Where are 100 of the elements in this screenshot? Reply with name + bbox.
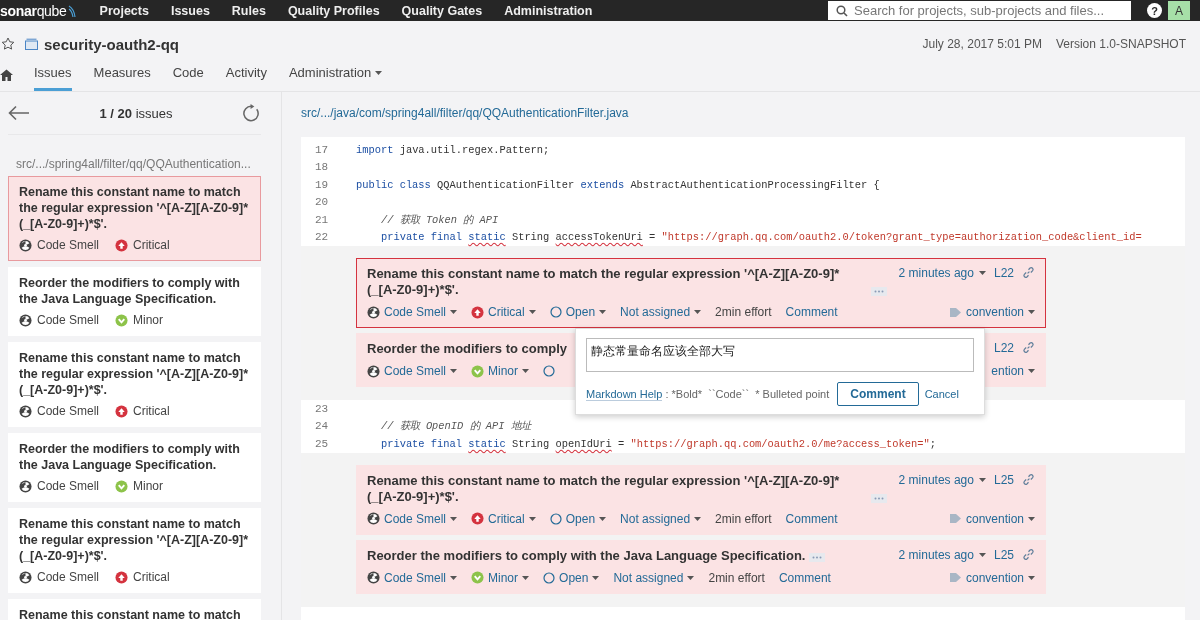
line-number-link[interactable]: L25 [993,547,1014,562]
line-number: 25 [314,437,330,450]
sonarqube-logo[interactable]: sonarqube [0,2,77,19]
issue-type-dropdown[interactable]: Code Smell [367,364,458,378]
markdown-help-link[interactable]: Markdown Help [586,387,663,401]
line-number: 18 [314,161,330,174]
issue-card[interactable]: Rename this constant name to match the regular expression '^[A-Z][A-Z0-9]*(_[A-Z0-9]+)*$'. Code Smell Critical [8,342,261,427]
tag-dropdown[interactable]: ention [991,364,1035,378]
nav-tab[interactable]: Issues [34,65,72,91]
issue-card[interactable]: Rename this constant name to match the regular expression '^[A-Z][A-Z0-9]*(_[A-Z0-9]+)*$'. Code Smell Critical [8,176,261,261]
caret-icon [978,271,986,275]
radiation-icon [367,364,380,378]
refresh-icon[interactable] [242,103,261,123]
status-dropdown[interactable]: Open [549,511,607,526]
comment-link[interactable]: Comment [778,570,831,585]
severity-dropdown[interactable]: Minor [471,570,530,585]
tag-dropdown[interactable]: convention [948,305,1035,319]
issue-age-link[interactable]: 2 minutes ago [898,547,986,562]
help-button[interactable]: ? [1147,3,1162,18]
issue-message: Rename this constant name to match the regular expression '^[A-Z][A-Z0-9]*(_[A-Z0-9]+)*$'. [367,266,841,298]
user-avatar[interactable]: A [1168,1,1190,20]
comment-link[interactable]: Comment [785,305,838,319]
nav-link[interactable]: Issues [170,3,210,18]
project-icon [25,38,38,50]
issue-severity: Critical [115,570,170,584]
comment-button[interactable]: Comment [837,382,919,406]
more-button[interactable] [871,287,887,296]
issue-type-dropdown[interactable]: Code Smell [367,570,458,585]
radiation-icon [367,571,380,584]
link-icon[interactable] [1022,472,1035,486]
issue-severity: Minor [115,479,164,493]
line-number-link[interactable]: L22 [993,266,1014,280]
ellipsis-icon [812,555,823,559]
nav-tab[interactable]: Activity [225,65,267,91]
radiation-icon [19,404,32,418]
issue-card[interactable]: Reorder the modifiers to comply with the Java Language Specification. 2 minutes ago L25 Code Smell Minor Open Not assigned 2min effort Comment convention [356,539,1046,594]
more-button[interactable] [809,552,826,562]
code-line: public class QQAuthenticationFilter extends AbstractAuthenticationProcessingFilter { [356,178,881,191]
nav-link[interactable]: Quality Gates [401,3,483,18]
code-line: import java.util.regex.Pattern; [356,143,551,156]
assignee-dropdown[interactable]: Not assigned [613,570,695,585]
code-line: private final static String openIdUri = "https://graph.qq.com/oauth2.0/me?access_token="; [379,437,937,450]
issue-card[interactable]: Reorder the modifiers to comply with the Java Language Specification. Code Smell Minor [8,433,261,502]
issue-type-dropdown[interactable]: Code Smell [367,511,458,526]
issue-type-dropdown[interactable]: Code Smell [367,305,458,319]
issue-message: Rename this constant name to match the regular expression '^[A-Z][A-Z0-9]*(_[A-Z0-9]+)*$'. [367,472,841,505]
effort-label: 2min effort [715,305,772,319]
file-path-link[interactable]: src/.../java/com/spring4all/filter/qq/QQAuthenticationFilter.java [301,92,1185,134]
status-dropdown[interactable] [543,365,556,377]
comment-link[interactable]: Comment [785,511,838,526]
comment-field[interactable]: 静态常量命名应该全部大写 [586,338,974,372]
issue-type: Code Smell [19,404,100,418]
issue-age-link[interactable]: 2 minutes ago [898,266,986,280]
nav-link[interactable]: Administration [504,3,593,18]
issue-severity: Critical [115,404,170,418]
nav-link[interactable]: Quality Profiles [287,3,380,18]
issue-card[interactable]: Rename this constant name to match the regular expression '^[A-Z][A-Z0-9]*(_[A-Z0-9]+)*$'. Code Smell Critical [8,508,261,593]
nav-tab[interactable]: Code [172,65,204,91]
back-arrow-icon[interactable] [8,105,30,121]
radiation-icon [19,479,32,493]
issue-card[interactable]: Rename this constant name to match [8,599,261,620]
link-icon[interactable] [1022,341,1035,354]
issue-message: Rename this constant name to match the regular expression '^[A-Z][A-Z0-9]*(_[A-Z0-9]+)*$'. [19,516,250,564]
markdown-hint: : *Bold* ``Code`` * Bulleted point [665,388,830,400]
tag-dropdown[interactable]: convention [948,570,1035,585]
issue-message: Reorder the modifiers to comply with the Java Language Specification. [19,441,241,473]
nav-link[interactable]: Rules [231,3,266,18]
link-icon[interactable] [1022,266,1035,279]
nav-link[interactable]: Projects [99,3,149,18]
version-label: Version 1.0-SNAPSHOT [1055,37,1186,51]
status-dropdown[interactable]: Open [549,305,607,319]
assignee-dropdown[interactable]: Not assigned [620,511,702,526]
effort-label: 2min effort [715,511,772,526]
home-icon[interactable] [0,69,13,81]
nav-tab[interactable]: Administration [288,65,383,91]
tag-dropdown[interactable]: convention [948,511,1035,526]
star-icon[interactable] [1,37,15,51]
issue-age-link[interactable]: 2 minutes ago [898,472,986,487]
issue-counter: 1 / 20 issues [99,105,173,121]
line-number-link[interactable]: L22 [993,341,1014,355]
nav-tab[interactable]: Measures [93,65,151,91]
issue-card[interactable]: Rename this constant name to match the regular expression '^[A-Z][A-Z0-9]*(_[A-Z0-9]+)*$'. 2 minutes ago L25 Code Smell Critical Open Not assigned 2min effort Comment convention [356,464,1046,535]
line-number: 20 [314,196,330,209]
search-field[interactable]: Search for projects, sub-projects and files... [828,1,1131,20]
link-icon[interactable] [1022,547,1035,561]
issue-type: Code Smell [19,238,100,252]
severity-dropdown[interactable]: Critical [471,511,536,526]
issue-severity: Critical [115,238,170,252]
status-dropdown[interactable]: Open [543,570,600,585]
project-title: security-oauth2-qq [44,35,179,53]
severity-dropdown[interactable]: Minor [471,364,530,378]
issue-card[interactable]: Reorder the modifiers to comply with the Java Language Specification. Code Smell Minor [8,267,261,336]
ellipsis-icon [874,290,884,293]
cancel-link[interactable]: Cancel [924,388,959,400]
more-button[interactable] [871,493,887,503]
caret-icon [450,310,458,314]
assignee-dropdown[interactable]: Not assigned [620,305,702,319]
caret-icon [522,575,530,580]
line-number-link[interactable]: L25 [993,472,1014,487]
severity-dropdown[interactable]: Critical [471,305,536,319]
